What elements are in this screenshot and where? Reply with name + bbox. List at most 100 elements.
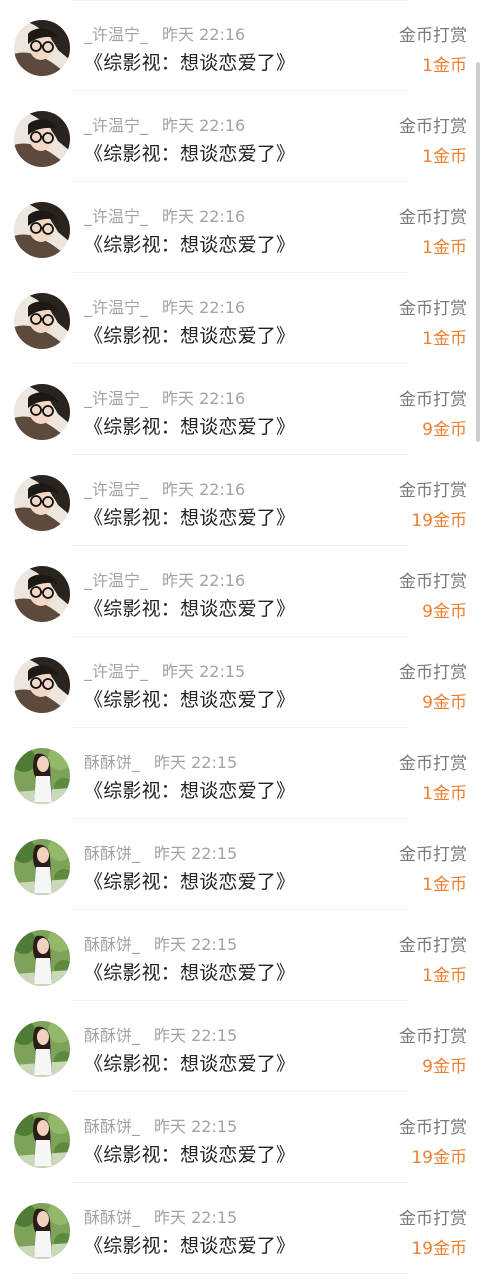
book-title[interactable]: 《综影视：想谈恋爱了》 xyxy=(84,867,295,894)
user-meta: _许温宁_ 昨天 22:16 xyxy=(84,112,245,136)
coin-amount: 19金币 xyxy=(411,511,467,531)
avatar[interactable] xyxy=(14,475,70,531)
list-item[interactable]: 酥酥饼_ 昨天 22:15 《综影视：想谈恋爱了》 金币打赏 1金币 xyxy=(0,910,483,1001)
avatar[interactable] xyxy=(14,657,70,713)
list-item[interactable]: 酥酥饼_ 昨天 22:15 《综影视：想谈恋爱了》 金币打赏 1金币 xyxy=(0,819,483,910)
list-item[interactable]: _许温宁_ 昨天 22:16 《综影视：想谈恋爱了》 金币打赏 9金币 xyxy=(0,364,483,455)
coin-amount: 1金币 xyxy=(422,329,467,349)
book-title[interactable]: 《综影视：想谈恋爱了》 xyxy=(84,321,295,348)
book-title[interactable]: 《综影视：想谈恋爱了》 xyxy=(84,503,295,530)
timestamp: 昨天 22:15 xyxy=(162,662,246,681)
avatar[interactable] xyxy=(14,20,70,76)
book-title[interactable]: 《综影视：想谈恋爱了》 xyxy=(84,48,295,75)
book-title[interactable]: 《综影视：想谈恋爱了》 xyxy=(84,1140,295,1167)
coin-amount: 9金币 xyxy=(422,1057,467,1077)
reward-label: 金币打赏 xyxy=(399,754,467,774)
coin-amount: 1金币 xyxy=(422,875,467,895)
reward-label: 金币打赏 xyxy=(399,572,467,592)
user-name[interactable]: _许温宁_ xyxy=(84,207,148,226)
avatar[interactable] xyxy=(14,1112,70,1168)
user-meta: _许温宁_ 昨天 22:16 xyxy=(84,567,245,591)
user-meta: _许温宁_ 昨天 22:16 xyxy=(84,476,245,500)
user-meta: 酥酥饼_ 昨天 22:15 xyxy=(84,840,237,864)
user-name[interactable]: _许温宁_ xyxy=(84,298,148,317)
reward-label: 金币打赏 xyxy=(399,1118,467,1138)
user-name[interactable]: _许温宁_ xyxy=(84,662,148,681)
user-meta: 酥酥饼_ 昨天 22:15 xyxy=(84,1022,237,1046)
scrollbar[interactable] xyxy=(476,62,480,442)
list-item[interactable]: 酥酥饼_ 昨天 22:15 《综影视：想谈恋爱了》 金币打赏 19金币 xyxy=(0,1092,483,1183)
book-title[interactable]: 《综影视：想谈恋爱了》 xyxy=(84,139,295,166)
list-item[interactable]: 酥酥饼_ 昨天 22:15 《综影视：想谈恋爱了》 金币打赏 9金币 xyxy=(0,1001,483,1092)
list-item[interactable]: 酥酥饼_ 昨天 22:15 《综影视：想谈恋爱了》 金币打赏 19金币 xyxy=(0,1183,483,1274)
user-meta: _许温宁_ 昨天 22:16 xyxy=(84,294,245,318)
user-name[interactable]: 酥酥饼_ xyxy=(84,1208,140,1227)
user-meta: 酥酥饼_ 昨天 22:15 xyxy=(84,1113,237,1137)
book-title[interactable]: 《综影视：想谈恋爱了》 xyxy=(84,230,295,257)
timestamp: 昨天 22:16 xyxy=(162,25,246,44)
avatar[interactable] xyxy=(14,1021,70,1077)
coin-amount: 1金币 xyxy=(422,56,467,76)
timestamp: 昨天 22:16 xyxy=(162,389,246,408)
list-item[interactable]: _许温宁_ 昨天 22:16 《综影视：想谈恋爱了》 金币打赏 9金币 xyxy=(0,546,483,637)
user-name[interactable]: _许温宁_ xyxy=(84,116,148,135)
user-name[interactable]: 酥酥饼_ xyxy=(84,1117,140,1136)
reward-list: _许温宁_ 昨天 22:16 《综影视：想谈恋爱了》 金币打赏 1金币 _许温宁_… xyxy=(0,0,483,1274)
book-title[interactable]: 《综影视：想谈恋爱了》 xyxy=(84,1231,295,1258)
list-item[interactable]: _许温宁_ 昨天 22:15 《综影视：想谈恋爱了》 金币打赏 9金币 xyxy=(0,637,483,728)
timestamp: 昨天 22:15 xyxy=(154,844,238,863)
timestamp: 昨天 22:15 xyxy=(154,1117,238,1136)
user-name[interactable]: _许温宁_ xyxy=(84,25,148,44)
avatar[interactable] xyxy=(14,1203,70,1259)
user-meta: 酥酥饼_ 昨天 22:15 xyxy=(84,1204,237,1228)
timestamp: 昨天 22:16 xyxy=(162,571,246,590)
book-title[interactable]: 《综影视：想谈恋爱了》 xyxy=(84,685,295,712)
user-name[interactable]: 酥酥饼_ xyxy=(84,753,140,772)
list-item[interactable]: 酥酥饼_ 昨天 22:15 《综影视：想谈恋爱了》 金币打赏 1金币 xyxy=(0,728,483,819)
user-meta: _许温宁_ 昨天 22:16 xyxy=(84,385,245,409)
user-name[interactable]: _许温宁_ xyxy=(84,389,148,408)
list-item[interactable]: _许温宁_ 昨天 22:16 《综影视：想谈恋爱了》 金币打赏 1金币 xyxy=(0,182,483,273)
user-name[interactable]: 酥酥饼_ xyxy=(84,935,140,954)
book-title[interactable]: 《综影视：想谈恋爱了》 xyxy=(84,594,295,621)
avatar[interactable] xyxy=(14,202,70,258)
user-meta: 酥酥饼_ 昨天 22:15 xyxy=(84,749,237,773)
reward-label: 金币打赏 xyxy=(399,845,467,865)
avatar[interactable] xyxy=(14,566,70,622)
reward-label: 金币打赏 xyxy=(399,299,467,319)
avatar[interactable] xyxy=(14,384,70,440)
coin-amount: 19金币 xyxy=(411,1239,467,1259)
user-meta: _许温宁_ 昨天 22:16 xyxy=(84,21,245,45)
timestamp: 昨天 22:16 xyxy=(162,207,246,226)
avatar[interactable] xyxy=(14,111,70,167)
book-title[interactable]: 《综影视：想谈恋爱了》 xyxy=(84,958,295,985)
coin-amount: 1金币 xyxy=(422,784,467,804)
reward-label: 金币打赏 xyxy=(399,208,467,228)
avatar[interactable] xyxy=(14,930,70,986)
avatar[interactable] xyxy=(14,839,70,895)
list-item[interactable]: _许温宁_ 昨天 22:16 《综影视：想谈恋爱了》 金币打赏 1金币 xyxy=(0,273,483,364)
avatar[interactable] xyxy=(14,748,70,804)
user-meta: _许温宁_ 昨天 22:16 xyxy=(84,203,245,227)
reward-label: 金币打赏 xyxy=(399,117,467,137)
coin-amount: 1金币 xyxy=(422,147,467,167)
list-item[interactable]: _许温宁_ 昨天 22:16 《综影视：想谈恋爱了》 金币打赏 1金币 xyxy=(0,91,483,182)
reward-label: 金币打赏 xyxy=(399,663,467,683)
book-title[interactable]: 《综影视：想谈恋爱了》 xyxy=(84,412,295,439)
user-name[interactable]: 酥酥饼_ xyxy=(84,844,140,863)
user-name[interactable]: _许温宁_ xyxy=(84,480,148,499)
list-item[interactable]: _许温宁_ 昨天 22:16 《综影视：想谈恋爱了》 金币打赏 1金币 xyxy=(0,0,483,91)
coin-amount: 19金币 xyxy=(411,1148,467,1168)
reward-label: 金币打赏 xyxy=(399,936,467,956)
reward-label: 金币打赏 xyxy=(399,26,467,46)
book-title[interactable]: 《综影视：想谈恋爱了》 xyxy=(84,1049,295,1076)
list-item[interactable]: _许温宁_ 昨天 22:16 《综影视：想谈恋爱了》 金币打赏 19金币 xyxy=(0,455,483,546)
timestamp: 昨天 22:15 xyxy=(154,753,238,772)
user-name[interactable]: 酥酥饼_ xyxy=(84,1026,140,1045)
reward-label: 金币打赏 xyxy=(399,1209,467,1229)
user-name[interactable]: _许温宁_ xyxy=(84,571,148,590)
book-title[interactable]: 《综影视：想谈恋爱了》 xyxy=(84,776,295,803)
avatar[interactable] xyxy=(14,293,70,349)
timestamp: 昨天 22:16 xyxy=(162,298,246,317)
coin-amount: 9金币 xyxy=(422,602,467,622)
